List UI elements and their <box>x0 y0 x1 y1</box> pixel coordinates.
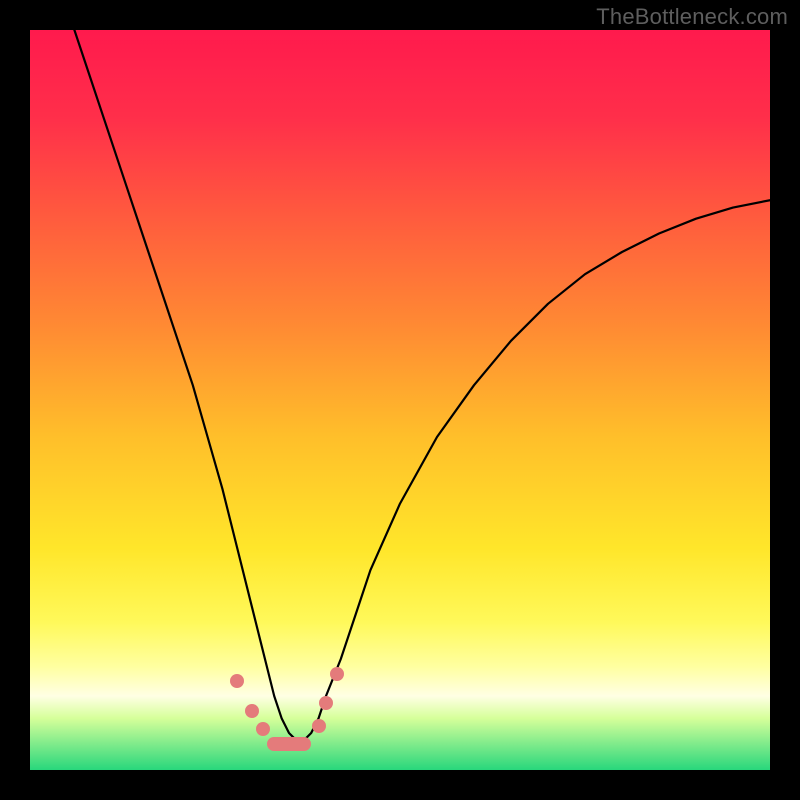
marker-dot <box>256 722 270 736</box>
curve-path <box>74 30 770 740</box>
marker-dot <box>330 667 344 681</box>
plot-area <box>30 30 770 770</box>
bottleneck-curve <box>30 30 770 770</box>
marker-dot <box>319 696 333 710</box>
marker-dot <box>230 674 244 688</box>
marker-dot <box>312 719 326 733</box>
chart-frame: TheBottleneck.com <box>0 0 800 800</box>
marker-dot <box>245 704 259 718</box>
watermark-text: TheBottleneck.com <box>596 4 788 30</box>
marker-pill <box>267 737 311 751</box>
